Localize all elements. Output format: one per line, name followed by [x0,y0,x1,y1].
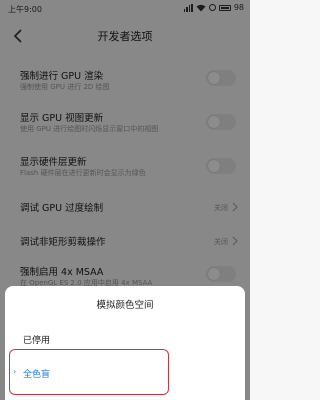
option-label: 已停用 [23,336,51,346]
dialog-title: 模拟颜色空间 [96,300,154,311]
highlight-box [9,349,169,395]
